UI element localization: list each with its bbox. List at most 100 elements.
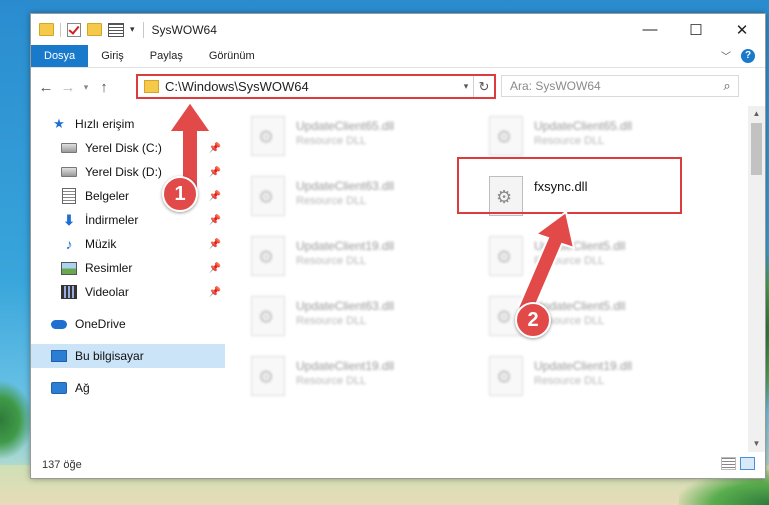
annotation-arrow-2	[516, 210, 576, 316]
scroll-down-arrow-icon[interactable]: ▼	[748, 436, 765, 452]
file-name: UpdateClient65.dll	[296, 119, 395, 133]
vertical-scrollbar[interactable]: ▲ ▼	[748, 106, 765, 452]
dll-file-icon	[489, 356, 523, 396]
pin-icon[interactable]: 📌	[205, 239, 225, 250]
large-icons-view-icon[interactable]	[740, 457, 755, 470]
file-type: Resource DLL	[296, 255, 367, 267]
address-history-dropdown-icon[interactable]: ▾	[459, 81, 473, 92]
sidebar-item-network[interactable]: Ağ	[31, 376, 225, 400]
sidebar-item-this-pc[interactable]: Bu bilgisayar	[31, 344, 225, 368]
sidebar-item-pictures[interactable]: Resimler 📌	[31, 256, 225, 280]
sidebar-item-label: Ağ	[75, 381, 90, 395]
file-name: UpdateClient63.dll	[296, 179, 395, 193]
details-view-icon[interactable]	[721, 457, 736, 470]
dll-file-icon	[251, 356, 285, 396]
refresh-icon[interactable]: ↻	[473, 76, 494, 97]
star-icon: ★	[53, 116, 65, 131]
file-item[interactable]: UpdateClient19.dll Resource DLL	[251, 232, 471, 286]
file-type: Resource DLL	[534, 135, 605, 147]
close-button[interactable]: ✕	[719, 14, 765, 45]
dll-file-icon	[251, 116, 285, 156]
drive-icon	[61, 141, 77, 155]
folder-icon	[39, 23, 54, 36]
window-title: SysWOW64	[151, 22, 217, 37]
pin-icon[interactable]: 📌	[205, 287, 225, 298]
sidebar-item-label: Müzik	[85, 237, 117, 251]
file-item[interactable]: UpdateClient19.dll Resource DLL	[251, 352, 471, 406]
file-name: UpdateClient63.dll	[296, 299, 395, 313]
file-item[interactable]: UpdateClient63.dll Resource DLL	[251, 292, 471, 346]
pin-icon[interactable]: 📌	[205, 263, 225, 274]
search-icon[interactable]: ⌕	[716, 78, 738, 94]
tab-view[interactable]: Görünüm	[196, 45, 268, 67]
ribbon-right-controls: ﹀ ?	[721, 48, 755, 63]
dll-file-icon	[251, 176, 285, 216]
properties-check-icon[interactable]	[67, 22, 81, 37]
sidebar-item-label: İndirmeler	[85, 213, 139, 227]
sidebar-item-videos[interactable]: Videolar 📌	[31, 280, 225, 304]
item-count: 137 öğe	[42, 459, 82, 471]
sidebar-item-label: Videolar	[85, 285, 129, 299]
new-folder-icon[interactable]	[87, 23, 102, 36]
fxsync-highlight-box	[457, 157, 682, 214]
recent-locations-dropdown-icon[interactable]: ▾	[79, 82, 93, 93]
help-icon[interactable]: ?	[741, 48, 755, 63]
file-type: Resource DLL	[296, 135, 367, 147]
drive-icon	[61, 165, 77, 179]
documents-icon	[61, 188, 77, 204]
tab-home[interactable]: Giriş	[88, 45, 137, 67]
folder-icon	[144, 80, 159, 93]
cloud-icon	[51, 317, 67, 331]
view-switcher	[721, 457, 755, 470]
sidebar-item-onedrive[interactable]: OneDrive	[31, 312, 225, 336]
divider	[60, 22, 61, 37]
file-type: Resource DLL	[296, 315, 367, 327]
address-bar[interactable]: C:\Windows\SysWOW64 ▾ ↻	[136, 74, 496, 99]
file-item[interactable]: UpdateClient63.dll Resource DLL	[251, 172, 471, 226]
status-bar: 137 öğe	[31, 452, 765, 478]
scrollbar-thumb[interactable]	[751, 123, 762, 175]
file-item[interactable]: UpdateClient65.dll Resource DLL	[251, 112, 471, 166]
window-controls: — ☐ ✕	[627, 14, 765, 45]
file-explorer-window: ▾ SysWOW64 — ☐ ✕ Dosya Giriş Paylaş Görü…	[30, 13, 766, 479]
file-type: Resource DLL	[296, 375, 367, 387]
dll-file-icon	[251, 236, 285, 276]
ribbon-tabs: Dosya Giriş Paylaş Görünüm ﹀ ?	[31, 45, 765, 68]
download-icon: ⬇	[63, 211, 75, 228]
forward-arrow-icon[interactable]: →	[57, 79, 79, 96]
file-type: Resource DLL	[534, 375, 605, 387]
sidebar-item-label: Resimler	[85, 261, 133, 275]
up-arrow-icon[interactable]: ↑	[93, 79, 115, 96]
address-path[interactable]: C:\Windows\SysWOW64	[165, 79, 459, 94]
search-box[interactable]: ⌕	[501, 75, 739, 97]
step-2-badge: 2	[515, 302, 551, 338]
palm-leaf-decoration	[0, 380, 34, 460]
music-icon: ♪	[65, 236, 73, 252]
sidebar-item-downloads[interactable]: ⬇ İndirmeler 📌	[31, 208, 225, 232]
minimize-button[interactable]: —	[627, 14, 673, 45]
file-name: UpdateClient19.dll	[296, 239, 395, 253]
maximize-button[interactable]: ☐	[673, 14, 719, 45]
customize-toolbar-dropdown-icon[interactable]: ▾	[130, 24, 135, 35]
search-input[interactable]	[502, 78, 716, 94]
sidebar-item-label: Bu bilgisayar	[75, 349, 144, 363]
back-arrow-icon[interactable]: ←	[35, 79, 57, 96]
tab-share[interactable]: Paylaş	[137, 45, 196, 67]
scroll-up-arrow-icon[interactable]: ▲	[748, 106, 765, 122]
quick-access-toolbar: ▾	[31, 22, 135, 37]
dll-file-icon	[489, 116, 523, 156]
step-1-badge: 1	[162, 176, 198, 212]
pin-icon[interactable]: 📌	[205, 215, 225, 226]
divider	[142, 21, 144, 38]
file-item[interactable]: UpdateClient19.dll Resource DLL	[489, 352, 709, 406]
expand-ribbon-chevron-icon[interactable]: ﹀	[721, 48, 731, 63]
file-type: Resource DLL	[296, 195, 367, 207]
view-properties-icon[interactable]	[108, 22, 124, 37]
file-name: UpdateClient65.dll	[534, 119, 633, 133]
sidebar-item-label: OneDrive	[75, 317, 126, 331]
sidebar-item-music[interactable]: ♪ Müzik 📌	[31, 232, 225, 256]
dll-file-icon	[251, 296, 285, 336]
pictures-icon	[61, 261, 77, 275]
title-bar: ▾ SysWOW64 — ☐ ✕	[31, 14, 765, 45]
tab-file[interactable]: Dosya	[31, 45, 89, 67]
